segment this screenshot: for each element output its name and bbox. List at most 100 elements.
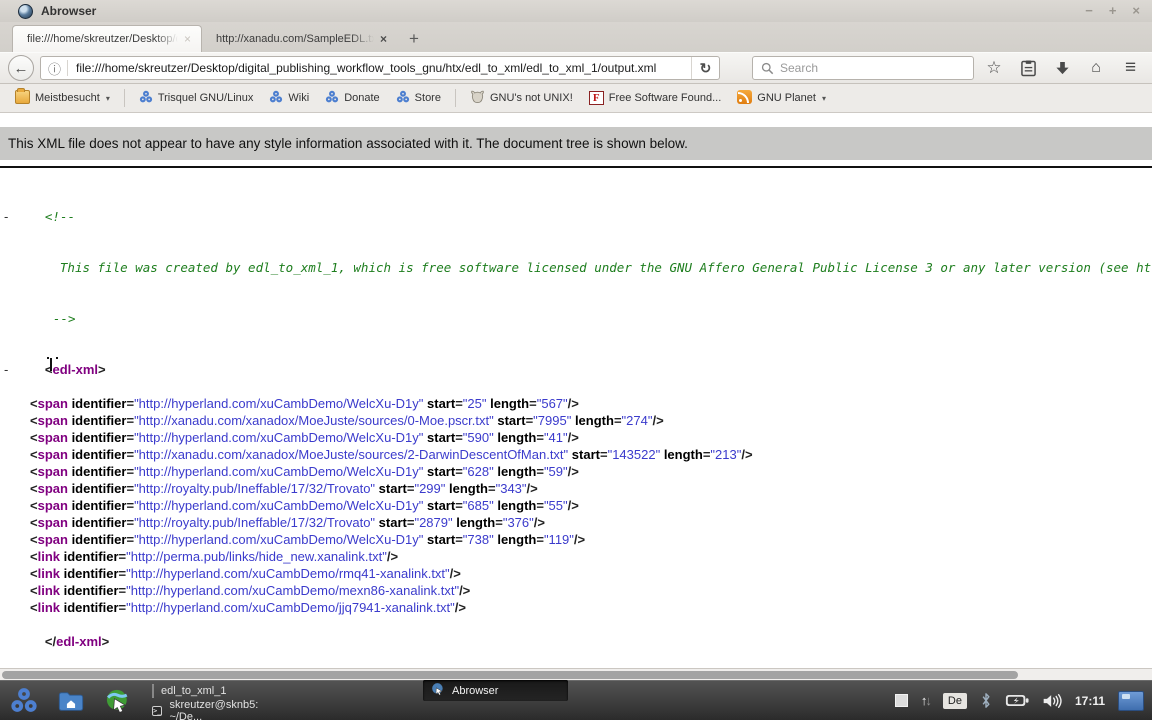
terminal-icon: >_ <box>152 706 163 716</box>
xml-link-element: <link identifier="http://perma.pub/links… <box>30 549 399 564</box>
tab-sample-edl[interactable]: http://xanadu.com/SampleEDL.txt × <box>202 25 397 52</box>
xml-span-element: <span identifier="http://hyperland.com/x… <box>30 532 586 547</box>
bookmark-label: Meistbesucht <box>35 92 100 104</box>
fsf-icon: F <box>588 91 604 105</box>
network-icon[interactable]: ↑↓ <box>921 693 932 708</box>
search-icon <box>761 62 774 74</box>
task-label: edl_to_xml_1 <box>161 684 227 697</box>
close-button[interactable]: × <box>1132 0 1140 22</box>
xml-comment-open: - <!-- <box>4 208 76 225</box>
taskbar-task-edl-to-xml-1[interactable]: edl_to_xml_1 <box>144 681 289 700</box>
menu-button[interactable]: ≡ <box>1116 55 1144 81</box>
reload-button[interactable]: ↻ <box>691 57 719 79</box>
system-tray: ↑↓ De 17:11 <box>894 690 1152 711</box>
close-icon[interactable]: × <box>380 32 387 46</box>
tab-label: http://xanadu.com/SampleEDL.txt <box>216 32 374 45</box>
bookmark-label: Store <box>414 92 441 104</box>
web-browser-icon[interactable] <box>102 685 134 717</box>
page-info-icon[interactable]: ⓘ <box>41 59 67 78</box>
home-button[interactable]: ⌂ <box>1082 55 1110 81</box>
task-label: Abrowser <box>452 684 499 697</box>
window-title: Abrowser <box>41 4 97 18</box>
desktop-screen: Abrowser − + × file:///home/skreutzer/De… <box>0 0 1152 720</box>
file-manager-icon[interactable] <box>55 685 87 717</box>
scrollbar-thumb[interactable] <box>2 671 1018 679</box>
xml-link-element: <link identifier="http://hyperland.com/x… <box>30 600 466 615</box>
bookmark-label: Free Software Found... <box>608 92 722 104</box>
bookmark-star-icon[interactable]: ☆ <box>980 55 1008 81</box>
close-icon[interactable]: × <box>184 32 191 46</box>
clock[interactable]: 17:11 <box>1075 694 1105 708</box>
search-placeholder: Search <box>780 61 819 75</box>
tab-bar: file:///home/skreutzer/Desktop/digi × ht… <box>0 22 1152 52</box>
bookmark-donate[interactable]: Donate <box>318 87 386 110</box>
xml-span-element: <span identifier="http://xanadu.com/xana… <box>30 413 664 428</box>
collapse-toggle[interactable]: - <box>4 208 8 225</box>
tray-app-icon[interactable] <box>894 694 908 707</box>
maximize-button[interactable]: + <box>1109 0 1117 22</box>
keyboard-layout-indicator[interactable]: De <box>942 692 967 709</box>
xml-comment-close: --> <box>52 311 76 326</box>
bookmark-label: GNU Planet <box>757 92 816 104</box>
xml-root-close: </edl-xml> <box>44 634 110 649</box>
tab-output-xml[interactable]: file:///home/skreutzer/Desktop/digi × <box>12 25 202 52</box>
bookmark-free-software-found[interactable]: F Free Software Found... <box>582 88 729 108</box>
url-bar[interactable]: ⓘ file:///home/skreutzer/Desktop/digital… <box>40 56 720 80</box>
trisquel-icon <box>269 90 283 107</box>
bluetooth-icon[interactable] <box>980 692 992 709</box>
bookmark-label: Donate <box>344 92 380 104</box>
window-titlebar: Abrowser − + × <box>0 0 1152 22</box>
desktop-taskbar: edl_to_xml_1 Abrowser >_ skreutzer@sknb5: ~… <box>0 680 1152 720</box>
minimize-button[interactable]: − <box>1085 0 1093 22</box>
trisquel-icon <box>396 90 410 107</box>
browser-icon <box>431 682 445 699</box>
workspace-switcher[interactable] <box>1118 690 1144 711</box>
bookmark-gnu-s-not-unix[interactable]: GNU's not UNIX! <box>463 87 580 110</box>
bookmark-gnu-planet[interactable]: GNU Planet ▾ <box>730 87 833 110</box>
bookmark-trisquel-gnu-linux[interactable]: Trisquel GNU/Linux <box>132 87 261 110</box>
volume-icon[interactable] <box>1042 693 1062 709</box>
window-icon <box>152 683 154 698</box>
reload-icon: ↻ <box>699 59 712 76</box>
bookmark-store[interactable]: Store <box>389 87 448 110</box>
bookmarks-separator <box>454 89 456 107</box>
trisquel-icon <box>325 90 339 107</box>
launcher-area <box>0 685 144 717</box>
back-button[interactable]: ← <box>8 55 34 81</box>
bookmarks-separator <box>123 89 125 107</box>
bookmark-label: GNU's not UNIX! <box>489 92 573 104</box>
bookmark-label: Trisquel GNU/Linux <box>157 92 254 104</box>
abrowser-globe-icon <box>18 3 33 19</box>
new-tab-button[interactable]: + <box>397 29 431 49</box>
folder-icon <box>15 87 30 107</box>
taskbar-task-skreutzer-sknb5-de[interactable]: >_ skreutzer@sknb5: ~/De... <box>144 699 289 720</box>
back-arrow-icon: ← <box>13 59 29 77</box>
bookmarks-panel-icon[interactable] <box>1014 55 1042 81</box>
xml-style-notice: This XML file does not appear to have an… <box>0 127 1152 160</box>
chevron-down-icon: ▾ <box>105 93 110 103</box>
collapse-toggle[interactable]: - <box>4 361 8 378</box>
gnu-icon <box>470 90 485 107</box>
task-row-1: edl_to_xml_1 Abrowser <box>144 680 704 701</box>
url-text[interactable]: file:///home/skreutzer/Desktop/digital_p… <box>68 61 691 75</box>
xml-link-element: <link identifier="http://hyperland.com/x… <box>30 566 461 581</box>
navigation-toolbar: ← ⓘ file:///home/skreutzer/Desktop/digit… <box>0 52 1152 84</box>
xml-span-element: <span identifier="http://royalty.pub/Ine… <box>30 481 538 496</box>
battery-icon[interactable] <box>1005 694 1029 707</box>
xml-link-element: <link identifier="http://hyperland.com/x… <box>30 583 471 598</box>
trisquel-menu-icon[interactable] <box>8 685 40 717</box>
search-bar[interactable]: Search <box>752 56 974 80</box>
xml-root-open: - <edl-xml> <box>4 361 106 378</box>
horizontal-scrollbar[interactable] <box>0 668 1152 680</box>
taskbar-task-abrowser[interactable]: Abrowser <box>423 680 568 701</box>
xml-document-tree: - <!-- This file was created by edl_to_xm… <box>0 168 1152 667</box>
bookmark-meistbesucht[interactable]: Meistbesucht ▾ <box>8 87 117 110</box>
xml-span-element: <span identifier="http://hyperland.com/x… <box>30 464 579 479</box>
bookmarks-toolbar: Meistbesucht ▾ Trisquel GNU/Linux Wiki Donat… <box>0 84 1152 113</box>
xml-comment-text: This file was created by edl_to_xml_1, w… <box>59 260 1152 275</box>
xml-span-element: <span identifier="http://royalty.pub/Ine… <box>30 515 545 530</box>
downloads-icon[interactable] <box>1048 55 1076 81</box>
bookmark-wiki[interactable]: Wiki <box>262 87 316 110</box>
xml-span-element: <span identifier="http://hyperland.com/x… <box>30 430 579 445</box>
window-list: edl_to_xml_1 Abrowser >_ skreutzer@sknb5: ~… <box>144 680 704 720</box>
